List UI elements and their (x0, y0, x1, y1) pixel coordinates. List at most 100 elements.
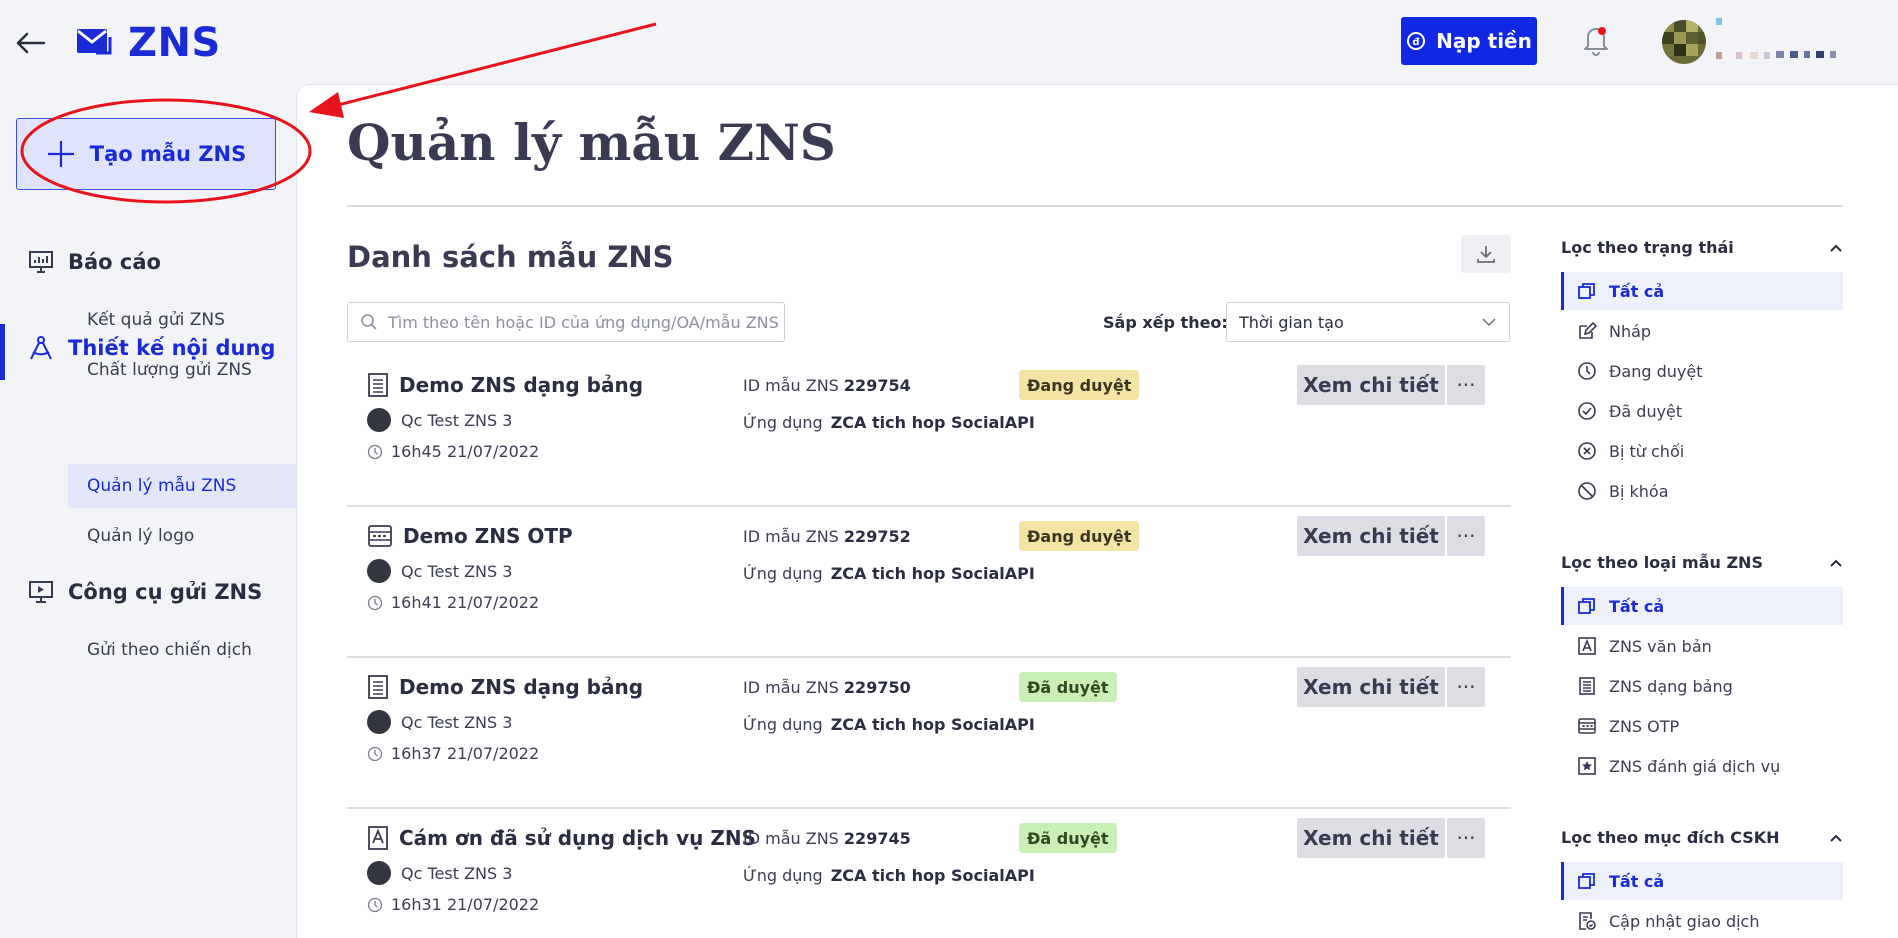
filter-status-locked[interactable]: Bị khóa (1561, 472, 1843, 510)
template-row: Demo ZNS OTP Qc Test ZNS 3 16h41 21/07/2… (347, 507, 1511, 658)
notification-bell-icon[interactable] (1580, 22, 1612, 58)
more-options-button[interactable]: ··· (1447, 818, 1485, 858)
template-row: Demo ZNS dạng bảng Qc Test ZNS 3 16h45 2… (347, 356, 1511, 507)
sort-select[interactable]: Thời gian tạo (1226, 302, 1510, 342)
template-name-text: Demo ZNS OTP (403, 524, 573, 548)
filter-type-all[interactable]: Tất cả (1561, 587, 1843, 625)
chevron-up-icon (1829, 833, 1843, 843)
star-doc-icon (1577, 756, 1597, 776)
topup-button[interactable]: đ Nạp tiền (1401, 17, 1537, 65)
template-name[interactable]: Demo ZNS dạng bảng (367, 372, 643, 398)
edit-icon (1577, 321, 1597, 341)
filter-type-otp[interactable]: ZNS OTP (1561, 707, 1843, 745)
app-info: Ứng dụng ZCA tich hop SocialAPI (743, 564, 1035, 583)
template-row: Demo ZNS dạng bảng Qc Test ZNS 3 16h37 2… (347, 658, 1511, 809)
filter-type-table[interactable]: ZNS dạng bảng (1561, 667, 1843, 705)
oa-info: Qc Test ZNS 3 (367, 710, 512, 734)
template-name[interactable]: Demo ZNS OTP (367, 523, 573, 549)
topup-label: Nạp tiền (1436, 29, 1532, 53)
more-options-button[interactable]: ··· (1447, 365, 1485, 405)
template-id: ID mẫu ZNS 229754 (743, 376, 911, 395)
filter-title: Lọc theo mục đích CSKH (1561, 828, 1780, 847)
created-time: 16h41 21/07/2022 (367, 593, 539, 612)
template-name-text: Demo ZNS dạng bảng (399, 373, 644, 397)
template-id-label: ID mẫu ZNS (743, 678, 839, 697)
template-name[interactable]: Demo ZNS dạng bảng (367, 674, 643, 700)
filter-type-header[interactable]: Lọc theo loại mẫu ZNS (1561, 553, 1843, 572)
table-doc-icon (1577, 676, 1597, 696)
filter-purpose-transaction-update[interactable]: Cập nhật giao dịch (1561, 902, 1843, 938)
search-icon (360, 313, 378, 331)
filter-status-rejected[interactable]: Bị từ chối (1561, 432, 1843, 470)
filter-label: ZNS văn bản (1609, 636, 1712, 656)
filter-label: Đang duyệt (1609, 361, 1703, 381)
filter-purpose-all[interactable]: Tất cả (1561, 862, 1843, 900)
title-divider (347, 205, 1843, 207)
view-detail-button[interactable]: Xem chi tiết (1297, 818, 1445, 858)
clock-icon (367, 595, 383, 611)
template-row: Cám ơn đã sử dụng dịch vụ ZNS... Qc Test… (347, 809, 1511, 938)
clock-icon (1577, 361, 1597, 381)
view-detail-button[interactable]: Xem chi tiết (1297, 667, 1445, 707)
filter-status-header[interactable]: Lọc theo trạng thái (1561, 238, 1843, 257)
create-template-button[interactable]: Tạo mẫu ZNS (16, 118, 276, 190)
back-arrow-icon[interactable] (14, 26, 48, 60)
search-input[interactable] (388, 312, 778, 332)
sidebar-item-logo-manager[interactable]: Quản lý logo (68, 514, 296, 558)
status-badge: Đã duyệt (1019, 823, 1117, 853)
view-detail-button[interactable]: Xem chi tiết (1297, 516, 1445, 556)
copy-icon (1577, 281, 1597, 301)
app-label: Ứng dụng (743, 866, 823, 885)
top-bar: ZNS đ Nạp tiền (0, 0, 1898, 84)
status-badge: Đang duyệt (1019, 370, 1140, 400)
sidebar-item-campaign-send[interactable]: Gửi theo chiến dịch (68, 628, 296, 672)
filter-status-draft[interactable]: Nháp (1561, 312, 1843, 350)
nav-group-content-design[interactable]: Thiết kế nội dung (0, 328, 275, 368)
template-name[interactable]: Cám ơn đã sử dụng dịch vụ ZNS... (367, 825, 757, 851)
oa-info: Qc Test ZNS 3 (367, 559, 512, 583)
nav-group-reports[interactable]: Báo cáo (0, 242, 161, 282)
filter-status-approved[interactable]: Đã duyệt (1561, 392, 1843, 430)
view-detail-button[interactable]: Xem chi tiết (1297, 365, 1445, 405)
filter-title: Lọc theo loại mẫu ZNS (1561, 553, 1763, 572)
app-name-value: ZCA tich hop SocialAPI (830, 866, 1035, 885)
filter-type-rating[interactable]: ZNS đánh giá dịch vụ (1561, 747, 1843, 785)
filter-label: Nháp (1609, 321, 1652, 341)
app-label: Ứng dụng (743, 413, 823, 432)
created-time: 16h45 21/07/2022 (367, 442, 539, 461)
account-name-redacted[interactable] (1716, 16, 1848, 62)
oa-name: Qc Test ZNS 3 (401, 410, 513, 430)
template-id-label: ID mẫu ZNS (743, 829, 839, 848)
sidebar-item-template-manager[interactable]: Quản lý mẫu ZNS (68, 464, 296, 508)
nav-group-send-tools[interactable]: Công cụ gửi ZNS (0, 572, 262, 612)
filter-status-all[interactable]: Tất cả (1561, 272, 1843, 310)
filter-purpose-header[interactable]: Lọc theo mục đích CSKH (1561, 828, 1843, 847)
nav-group-label: Báo cáo (68, 250, 161, 274)
oa-avatar (367, 710, 391, 734)
app-name: ZNS (128, 20, 221, 66)
app-logo[interactable]: ZNS (76, 20, 221, 66)
oa-avatar (367, 861, 391, 885)
monitor-chart-icon (28, 250, 54, 274)
doc-refresh-icon (1577, 911, 1597, 931)
table-doc-icon (367, 372, 389, 398)
template-id-value: 229752 (843, 527, 911, 546)
nav-group-label: Công cụ gửi ZNS (68, 580, 263, 604)
oa-name: Qc Test ZNS 3 (401, 712, 513, 732)
oa-info: Qc Test ZNS 3 (367, 861, 512, 885)
copy-icon (1577, 596, 1597, 616)
app-name-value: ZCA tich hop SocialAPI (830, 413, 1035, 432)
more-options-button[interactable]: ··· (1447, 516, 1485, 556)
filter-type-text[interactable]: ZNS văn bản (1561, 627, 1843, 665)
status-badge: Đang duyệt (1019, 521, 1140, 551)
filter-label: ZNS đánh giá dịch vụ (1609, 756, 1781, 776)
coin-icon: đ (1406, 31, 1426, 51)
check-circle-icon (1577, 401, 1597, 421)
created-time-text: 16h41 21/07/2022 (391, 593, 540, 612)
download-button[interactable] (1461, 235, 1511, 273)
avatar[interactable] (1662, 20, 1706, 64)
filter-status-pending[interactable]: Đang duyệt (1561, 352, 1843, 390)
main-panel: Quản lý mẫu ZNS Danh sách mẫu ZNS Sắp xế… (296, 84, 1898, 938)
app-name-value: ZCA tich hop SocialAPI (830, 564, 1035, 583)
more-options-button[interactable]: ··· (1447, 667, 1485, 707)
